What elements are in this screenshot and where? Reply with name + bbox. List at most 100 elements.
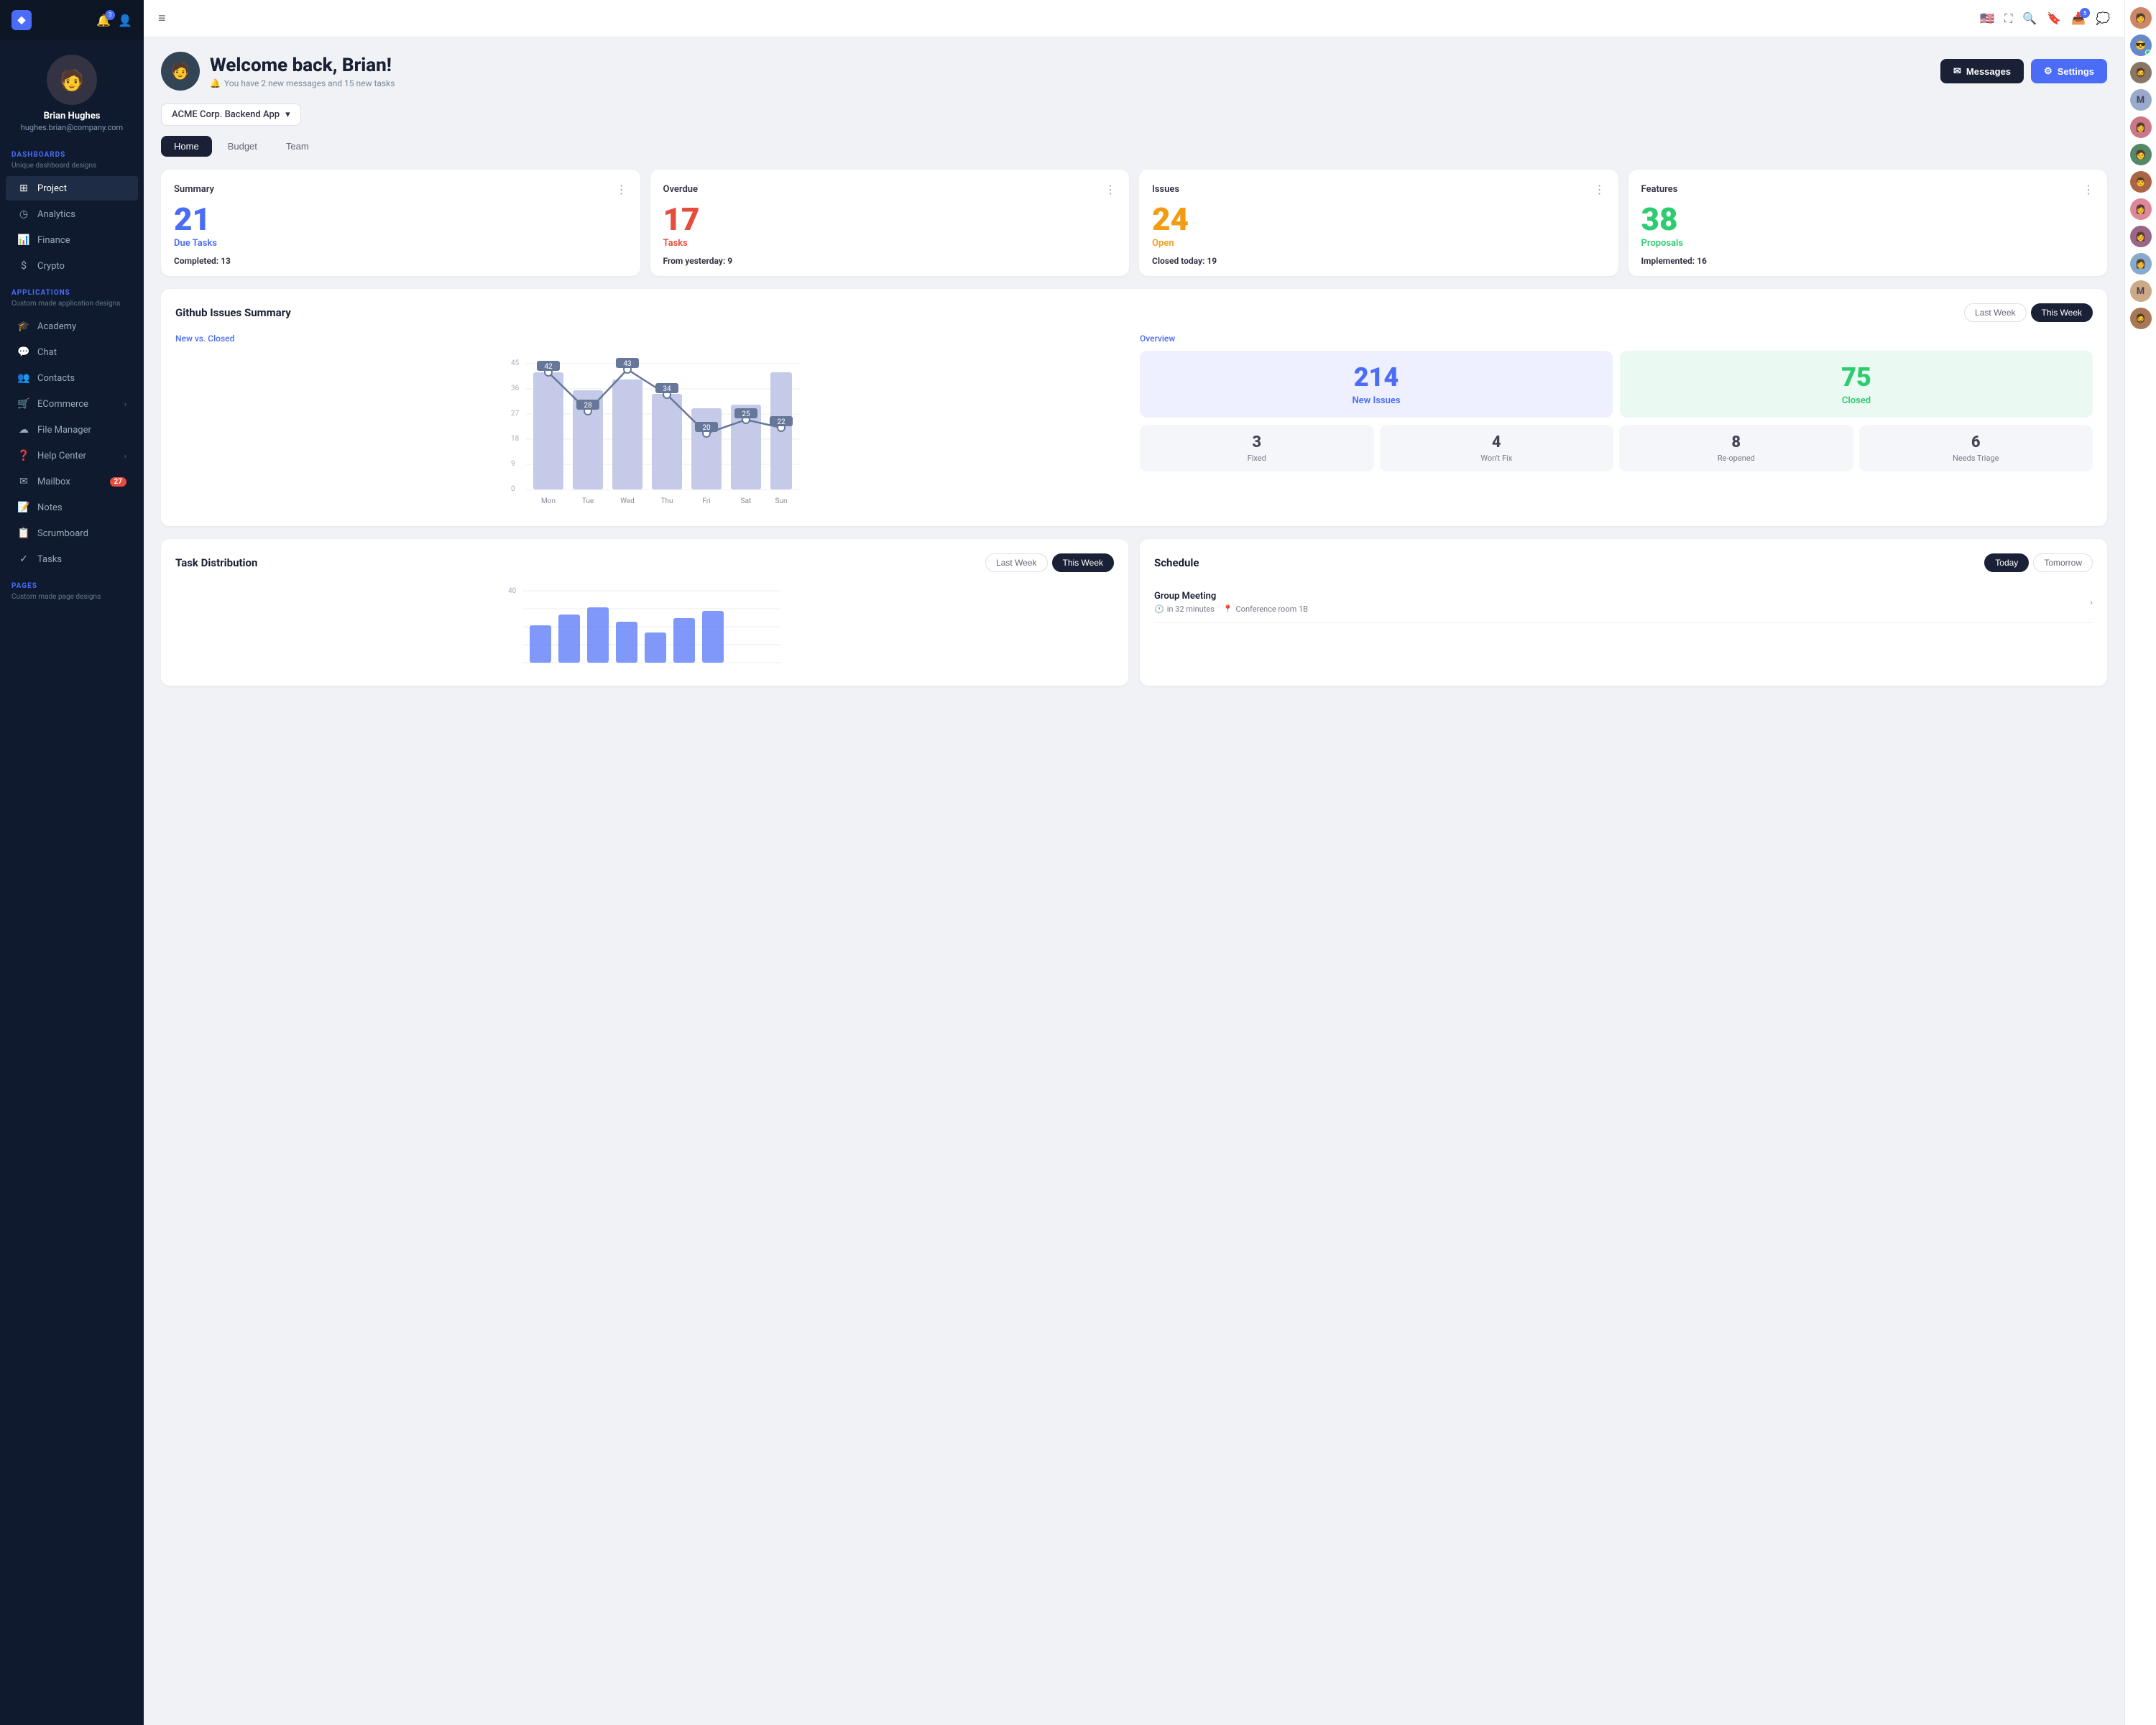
- clock-icon: 🕐: [1154, 604, 1164, 614]
- overview-top: 214 New Issues 75 Closed: [1140, 351, 2093, 418]
- schedule-tomorrow[interactable]: Tomorrow: [2033, 553, 2093, 572]
- dashboards-section-sub: Unique dashboard designs: [0, 162, 144, 175]
- task-dist-week-toggle: Last Week This Week: [985, 553, 1114, 572]
- stat-number: 17: [663, 203, 1117, 235]
- right-user-avatar[interactable]: 👨: [2130, 171, 2152, 193]
- svg-text:40: 40: [508, 587, 517, 595]
- sidebar-item-chat[interactable]: 💬 Chat: [6, 340, 138, 364]
- right-user-avatar[interactable]: 🧑: [2130, 144, 2152, 165]
- new-issues-number: 214: [1151, 362, 1601, 392]
- fullscreen-icon[interactable]: ⛶: [2004, 12, 2012, 26]
- schedule-item-title: Group Meeting: [1154, 591, 1308, 602]
- mini-num: 3: [1146, 433, 1368, 451]
- welcome-text: Welcome back, Brian! 🔔 You have 2 new me…: [210, 55, 395, 88]
- sidebar-item-academy[interactable]: 🎓 Academy: [6, 314, 138, 339]
- sidebar-item-scrumboard[interactable]: 📋 Scrumboard: [6, 521, 138, 546]
- mini-card-fixed: 3 Fixed: [1140, 425, 1374, 472]
- stat-menu-icon[interactable]: ⋮: [1105, 183, 1116, 196]
- svg-text:Thu: Thu: [661, 497, 673, 505]
- sidebar-item-finance[interactable]: 📊 Finance: [6, 228, 138, 252]
- user-name: Brian Hughes: [11, 111, 132, 121]
- svg-text:18: 18: [511, 435, 520, 443]
- sidebar-item-contacts[interactable]: 👥 Contacts: [6, 366, 138, 390]
- help-center-icon: ❓: [17, 450, 30, 461]
- task-dist-last-week[interactable]: Last Week: [985, 553, 1047, 572]
- sidebar-profile: 🧑 Brian Hughes hughes.brian@company.com: [0, 40, 144, 141]
- bookmark-icon[interactable]: 🔖: [2047, 12, 2061, 25]
- tab-budget[interactable]: Budget: [215, 136, 270, 157]
- topbar-left: ≡: [158, 11, 166, 26]
- right-user-avatar[interactable]: 🧔: [2130, 62, 2152, 83]
- stat-footer: Completed: 13: [174, 256, 627, 266]
- section-title: Github Issues Summary: [175, 306, 291, 319]
- stat-menu-icon[interactable]: ⋮: [2083, 183, 2094, 196]
- tab-team[interactable]: Team: [273, 136, 322, 157]
- tab-home[interactable]: Home: [161, 136, 212, 157]
- github-issues-section: Github Issues Summary Last Week This Wee…: [161, 289, 2107, 526]
- notes-icon: 📝: [17, 502, 30, 513]
- svg-text:Mon: Mon: [541, 497, 556, 505]
- schedule-toggle: Today Tomorrow: [1984, 553, 2093, 572]
- right-user-avatar[interactable]: 👩: [2130, 226, 2152, 247]
- messages-button[interactable]: ✉ Messages: [1940, 59, 2024, 83]
- app-logo[interactable]: ◆: [11, 10, 32, 30]
- schedule-time: 🕐 in 32 minutes: [1154, 604, 1215, 614]
- stat-title: Issues: [1152, 184, 1179, 195]
- sidebar-item-notes[interactable]: 📝 Notes: [6, 495, 138, 520]
- sidebar-item-file-manager[interactable]: ☁ File Manager: [6, 418, 138, 442]
- sidebar-item-crypto[interactable]: $ Crypto: [6, 254, 138, 278]
- sidebar-item-help-center[interactable]: ❓ Help Center ›: [6, 443, 138, 468]
- flag-icon[interactable]: 🇺🇸: [1980, 12, 1994, 25]
- schedule-today[interactable]: Today: [1984, 553, 2029, 572]
- dashboards-section-label: DASHBOARDS: [0, 141, 144, 162]
- stat-number: 38: [1641, 203, 2095, 235]
- right-user-avatar[interactable]: 👩: [2130, 116, 2152, 138]
- line-bar-chart: 45 36 27 18 9 0: [175, 351, 1128, 509]
- mini-label: Fixed: [1146, 454, 1368, 463]
- right-user-avatar[interactable]: 👩: [2130, 198, 2152, 220]
- sidebar-item-ecommerce[interactable]: 🛒 ECommerce ›: [6, 392, 138, 416]
- right-user-avatar[interactable]: 👩: [2130, 253, 2152, 275]
- bell-icon: 🔔: [210, 78, 221, 88]
- sidebar-item-label: Help Center: [37, 451, 86, 461]
- contacts-icon: 👥: [17, 372, 30, 384]
- hamburger-menu[interactable]: ≡: [158, 11, 166, 26]
- sidebar-item-project[interactable]: ⊞ Project: [6, 176, 138, 201]
- sidebar-item-analytics[interactable]: ◷ Analytics: [6, 202, 138, 226]
- stat-menu-icon[interactable]: ⋮: [1594, 183, 1606, 196]
- last-week-button[interactable]: Last Week: [1964, 303, 2026, 322]
- stat-title: Summary: [174, 184, 214, 195]
- schedule-arrow[interactable]: ›: [2090, 597, 2093, 608]
- right-user-avatar[interactable]: 🧔: [2130, 308, 2152, 329]
- project-dropdown[interactable]: ACME Corp. Backend App ▾: [161, 104, 301, 126]
- avatar: 🧑: [47, 55, 97, 105]
- location-icon: 📍: [1223, 604, 1233, 614]
- messages-icon[interactable]: 💭: [2096, 12, 2110, 25]
- tabs: Home Budget Team: [161, 136, 2107, 157]
- task-dist-this-week[interactable]: This Week: [1052, 553, 1114, 572]
- inbox-icon[interactable]: 📥 5: [2071, 12, 2086, 25]
- right-user-avatar[interactable]: M: [2130, 280, 2152, 302]
- user-circle-icon[interactable]: 👤: [118, 14, 132, 27]
- sidebar-item-label: Contacts: [37, 373, 75, 384]
- stat-footer: Implemented: 16: [1641, 256, 2095, 266]
- this-week-button[interactable]: This Week: [2031, 303, 2093, 322]
- envelope-icon: ✉: [1953, 65, 1961, 77]
- mini-label: Won't Fix: [1386, 454, 1608, 463]
- sidebar-item-tasks[interactable]: ✓ Tasks: [6, 547, 138, 571]
- notification-bell[interactable]: 🔔 3: [96, 14, 111, 27]
- search-icon[interactable]: 🔍: [2022, 12, 2037, 25]
- academy-icon: 🎓: [17, 321, 30, 332]
- stat-number: 21: [174, 203, 627, 235]
- github-content: New vs. Closed 45 36 27 18 9 0: [175, 334, 2093, 512]
- task-distribution-header: Task Distribution Last Week This Week: [175, 553, 1114, 572]
- stat-card-header: Features ⋮: [1641, 183, 2095, 196]
- right-user-avatar[interactable]: M: [2130, 89, 2152, 111]
- closed-card: 75 Closed: [1620, 351, 2093, 418]
- sidebar-item-mailbox[interactable]: ✉ Mailbox 27: [6, 469, 138, 494]
- right-user-avatar[interactable]: 🧑: [2130, 7, 2152, 29]
- right-user-avatar[interactable]: 😎: [2130, 34, 2152, 56]
- svg-text:25: 25: [742, 410, 750, 418]
- stat-menu-icon[interactable]: ⋮: [616, 183, 627, 196]
- settings-button[interactable]: ⚙ Settings: [2031, 59, 2107, 83]
